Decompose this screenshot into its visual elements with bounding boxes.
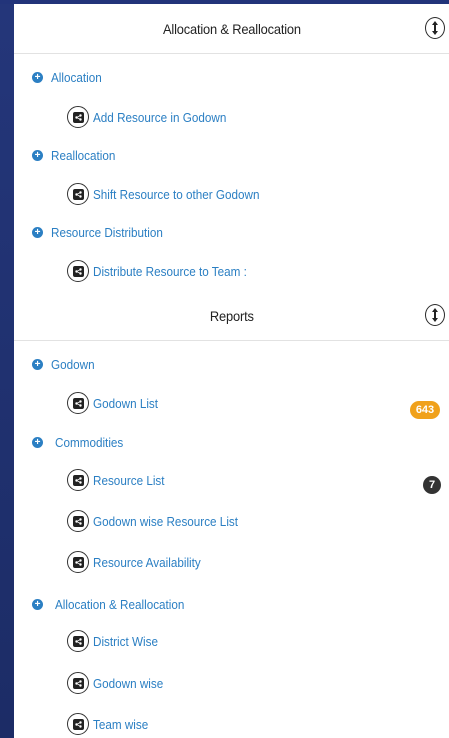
menu-item-shift-resource[interactable]: Shift Resource to other Godown [67,183,278,205]
section-header-allocation: Allocation & Reallocation [14,4,449,54]
menu-item-label: District Wise [93,633,158,649]
group-label: Allocation & Reallocation [55,597,185,612]
group-label: Commodities [55,435,124,450]
menu-item-label: Team wise [93,716,149,732]
menu-item-resource-availability[interactable]: Resource Availability [67,551,213,573]
section-title-reports: Reports [209,307,254,324]
collapse-toggle-allocation[interactable] [425,16,445,39]
share-square-icon [67,630,89,652]
menu-item-label: Distribute Resource to Team : [93,263,247,279]
group-label: Reallocation [51,148,116,163]
menu-item-label: Godown wise [93,675,164,691]
group-label: Godown [51,357,95,372]
group-resource-distribution[interactable]: + Resource Distribution [32,225,175,240]
menu-item-distribute-resource[interactable]: Distribute Resource to Team : [67,260,264,282]
share-square-icon [67,551,89,573]
share-square-icon [67,106,89,128]
plus-circle-icon: + [32,150,43,161]
plus-circle-icon: + [32,359,43,370]
plus-circle-icon: + [32,599,43,610]
count-badge-resource-list: 7 [423,476,441,494]
menu-panel: Allocation & Reallocation + Allocation A… [14,4,449,738]
menu-item-label: Godown wise Resource List [93,513,239,529]
group-label: Allocation [51,70,102,85]
menu-item-godown-wise-resource-list[interactable]: Godown wise Resource List [67,510,254,532]
group-reallocation[interactable]: + Reallocation [32,148,123,163]
group-godown[interactable]: + Godown [32,357,99,372]
menu-item-add-resource[interactable]: Add Resource in Godown [67,106,241,128]
menu-item-godown-wise[interactable]: Godown wise [67,672,171,694]
group-allocation-reallocation[interactable]: + Allocation & Reallocation [32,597,199,612]
plus-circle-icon: + [32,72,43,83]
menu-item-label: Shift Resource to other Godown [93,186,260,202]
group-commodities[interactable]: + Commodities [32,435,131,450]
menu-item-district-wise[interactable]: District Wise [67,630,165,652]
plus-circle-icon: + [32,437,43,448]
share-square-icon [67,183,89,205]
share-square-icon [67,392,89,414]
share-square-icon [67,260,89,282]
collapse-toggle-reports[interactable] [425,303,445,326]
menu-item-label: Resource List [93,472,165,488]
share-square-icon [67,672,89,694]
count-badge-godown-list: 643 [410,401,440,419]
share-square-icon [67,713,89,735]
section-header-reports: Reports [14,291,449,341]
menu-item-team-wise[interactable]: Team wise [67,713,154,735]
menu-item-label: Add Resource in Godown [93,109,227,125]
group-allocation[interactable]: + Allocation [32,70,107,85]
share-square-icon [67,510,89,532]
plus-circle-icon: + [32,227,43,238]
menu-item-label: Godown List [93,395,159,411]
group-label: Resource Distribution [51,225,163,240]
menu-item-godown-list[interactable]: Godown List [67,392,165,414]
menu-item-label: Resource Availability [93,554,201,570]
sidebar-edge [0,0,14,738]
vertical-arrows-icon [432,307,438,322]
menu-item-resource-list[interactable]: Resource List [67,469,172,491]
vertical-arrows-icon [432,20,438,35]
section-title-allocation: Allocation & Reallocation [162,20,301,37]
share-square-icon [67,469,89,491]
